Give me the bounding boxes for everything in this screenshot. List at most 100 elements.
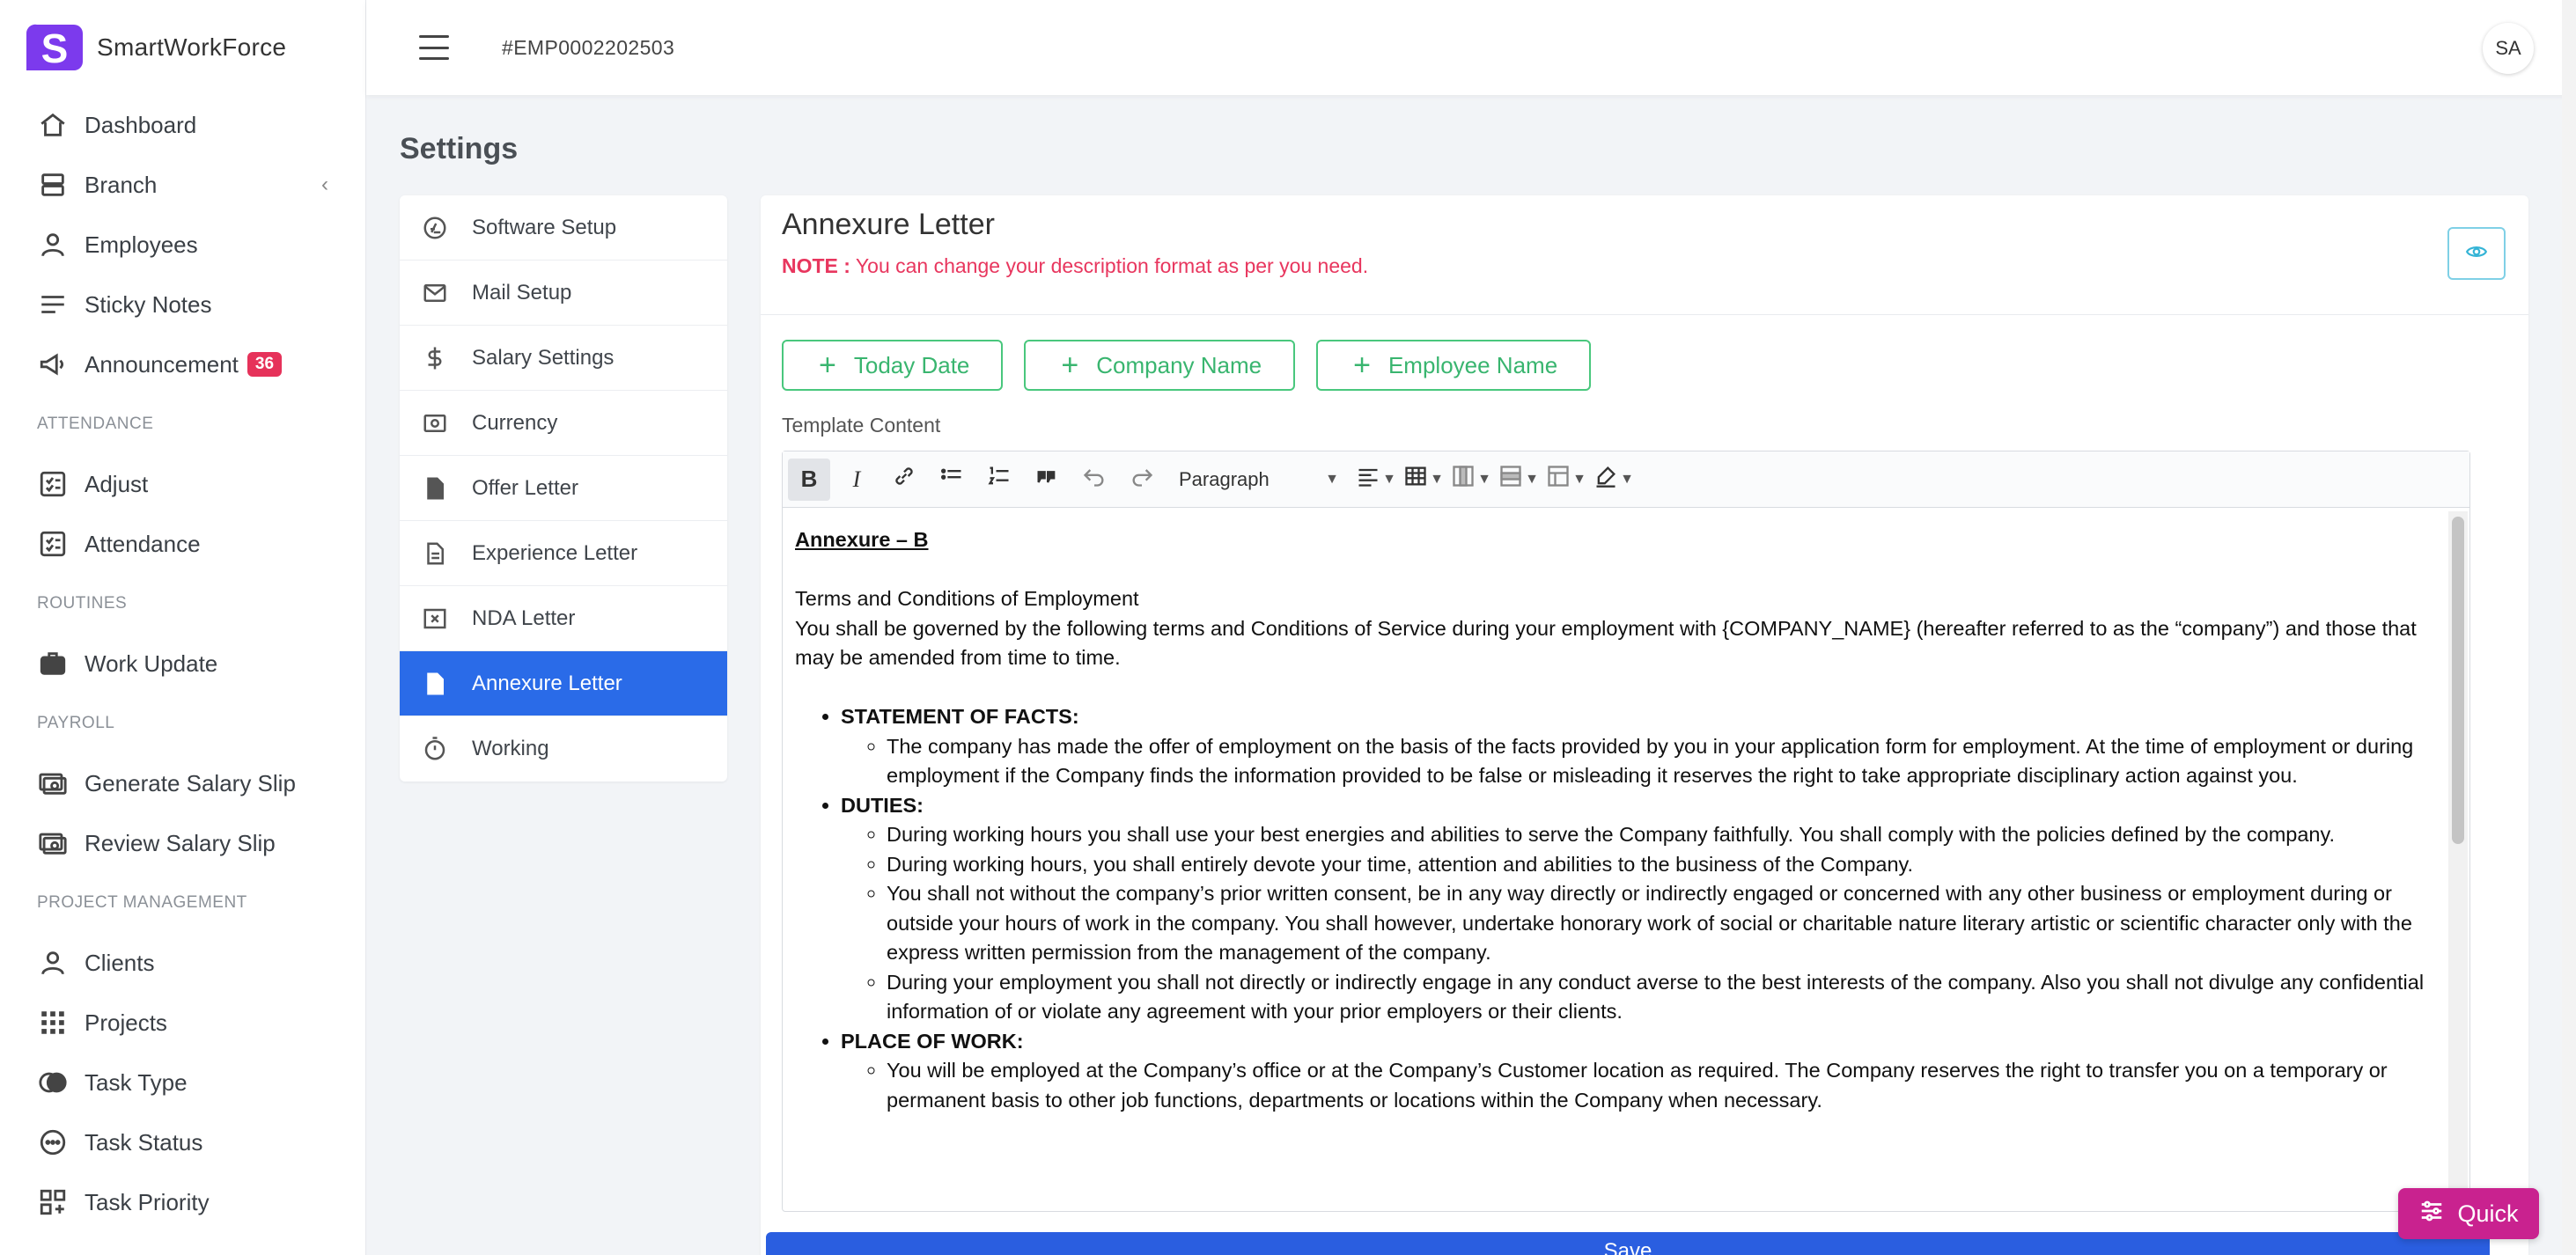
merge-cells-button[interactable]: ▼ — [1545, 459, 1587, 501]
close-box-icon — [421, 605, 449, 633]
bulleted-list-button[interactable] — [931, 459, 973, 501]
sidebar-item-generate-salary-slip[interactable]: Generate Salary Slip — [0, 753, 365, 813]
table-column-button[interactable]: ▼ — [1450, 459, 1492, 501]
sidebar-item-label: Branch — [85, 171, 158, 198]
dollar-icon — [421, 344, 449, 372]
italic-button[interactable]: I — [835, 459, 878, 501]
table-row-icon — [1498, 464, 1523, 495]
settings-item-currency[interactable]: Currency — [400, 391, 727, 456]
sidebar-item-work-update[interactable]: Work Update — [0, 634, 365, 694]
app-store-icon — [421, 214, 449, 242]
checklist-icon — [37, 528, 69, 560]
bold-button[interactable]: B — [788, 458, 830, 501]
checklist-icon — [37, 468, 69, 500]
highlight-button[interactable]: ▼ — [1593, 459, 1635, 501]
align-button[interactable]: ▼ — [1355, 459, 1397, 501]
document-icon — [421, 670, 449, 698]
sidebar-item-label: Task Type — [85, 1068, 188, 1096]
note-prefix: NOTE : — [782, 254, 850, 277]
page-scrollbar[interactable] — [2562, 0, 2576, 1255]
sidebar-item-label: Adjust — [85, 470, 149, 497]
template-content-label: Template Content — [782, 414, 941, 437]
sidebar-item-announcement[interactable]: Announcement 36 — [0, 334, 365, 394]
sidebar-item-clients[interactable]: Clients — [0, 933, 365, 993]
quick-label: Quick — [2457, 1200, 2519, 1227]
editor-scrollbar[interactable] — [2448, 511, 2468, 1207]
insert-table-button[interactable]: ▼ — [1402, 459, 1445, 501]
settings-item-software-setup[interactable]: Software Setup — [400, 195, 727, 261]
sidebar-item-attendance[interactable]: Attendance — [0, 514, 365, 574]
sidebar-item-label: Projects — [85, 1009, 167, 1036]
doc-point: During working hours, you shall entirely… — [887, 850, 2431, 880]
settings-item-experience-letter[interactable]: Experience Letter — [400, 521, 727, 586]
sidebar-item-label: Announcement — [85, 350, 239, 378]
merge-cells-icon — [1546, 464, 1571, 495]
button-label: Company Name — [1096, 351, 1262, 378]
plus-icon: + — [819, 349, 836, 382]
cash-icon — [421, 409, 449, 437]
sidebar: S SmartWorkForce Dashboard Branch ‹ Empl… — [0, 0, 366, 1255]
numbered-list-button[interactable] — [978, 459, 1020, 501]
settings-item-salary-settings[interactable]: Salary Settings — [400, 326, 727, 391]
grid-dots-icon — [37, 1007, 69, 1038]
link-button[interactable] — [883, 459, 925, 501]
money-icon — [37, 827, 69, 859]
lines-icon — [37, 289, 69, 320]
block-quote-button[interactable] — [1026, 459, 1068, 501]
sidebar-item-task-status[interactable]: Task Status — [0, 1112, 365, 1172]
settings-item-nda-letter[interactable]: NDA Letter — [400, 586, 727, 651]
sidebar-item-sticky-notes[interactable]: Sticky Notes — [0, 275, 365, 334]
editor-content[interactable]: Annexure – B Terms and Conditions of Emp… — [783, 508, 2443, 1211]
save-button[interactable]: Save — [766, 1232, 2490, 1255]
paragraph-style-select[interactable]: Paragraph ▼ — [1168, 459, 1350, 501]
settings-item-annexure-letter[interactable]: Annexure Letter — [400, 651, 727, 716]
sidebar-item-task-type[interactable]: Task Type — [0, 1053, 365, 1112]
sidebar-item-branch[interactable]: Branch ‹ — [0, 155, 365, 215]
table-column-icon — [1451, 464, 1476, 495]
doc-section: STATEMENT OF FACTS: The company has made… — [841, 702, 2431, 791]
sidebar-item-label: Sticky Notes — [85, 290, 212, 318]
insert-company-name-button[interactable]: + Company Name — [1024, 340, 1296, 391]
insert-today-date-button[interactable]: + Today Date — [782, 340, 1004, 391]
sidebar-item-review-salary-slip[interactable]: Review Salary Slip — [0, 813, 365, 873]
redo-button[interactable] — [1121, 459, 1163, 501]
quick-actions-button[interactable]: Quick — [2398, 1188, 2539, 1239]
sidebar-item-label: Clients — [85, 949, 155, 976]
doc-section-title: DUTIES: — [841, 793, 924, 817]
insert-employee-name-button[interactable]: + Employee Name — [1316, 340, 1592, 391]
sidebar-item-label: Task Status — [85, 1128, 203, 1156]
app-logo-icon: S — [23, 21, 86, 74]
user-icon — [37, 229, 69, 261]
menu-toggle-icon[interactable] — [419, 35, 449, 60]
sidebar-item-employees[interactable]: Employees — [0, 215, 365, 275]
settings-item-working[interactable]: Working — [400, 716, 727, 782]
sidebar-item-dashboard[interactable]: Dashboard — [0, 95, 365, 155]
undo-button[interactable] — [1073, 459, 1115, 501]
doc-intro-text: You shall be governed by the following t… — [795, 616, 2417, 670]
table-row-button[interactable]: ▼ — [1498, 459, 1540, 501]
sidebar-item-adjust[interactable]: Adjust — [0, 454, 365, 514]
doc-point: During your employment you shall not dir… — [887, 968, 2431, 1027]
bulleted-list-icon — [939, 464, 964, 495]
section-label-payroll: PAYROLL — [37, 714, 115, 732]
file-text-icon — [421, 539, 449, 568]
scrollbar-thumb[interactable] — [2452, 517, 2464, 844]
chevron-down-icon: ▼ — [1572, 471, 1586, 487]
sidebar-item-task-priority[interactable]: Task Priority — [0, 1172, 365, 1232]
chevron-left-icon[interactable]: ‹ — [321, 172, 328, 197]
sidebar-item-projects[interactable]: Projects — [0, 993, 365, 1053]
preview-button[interactable] — [2447, 227, 2506, 280]
chevron-down-icon: ▼ — [1430, 471, 1444, 487]
chevron-down-icon: ▼ — [1525, 471, 1539, 487]
settings-item-label: NDA Letter — [472, 605, 576, 630]
avatar[interactable]: SA — [2483, 23, 2534, 74]
doc-section-list: STATEMENT OF FACTS: The company has made… — [795, 702, 2431, 1115]
settings-item-label: Currency — [472, 410, 558, 435]
brand[interactable]: S SmartWorkForce — [0, 0, 365, 95]
toggle-circles-icon — [37, 1067, 69, 1098]
briefcase-icon — [37, 648, 69, 679]
section-label-routines: ROUTINES — [37, 594, 128, 613]
user-icon — [37, 947, 69, 979]
settings-item-mail-setup[interactable]: Mail Setup — [400, 261, 727, 326]
settings-item-offer-letter[interactable]: Offer Letter — [400, 456, 727, 521]
